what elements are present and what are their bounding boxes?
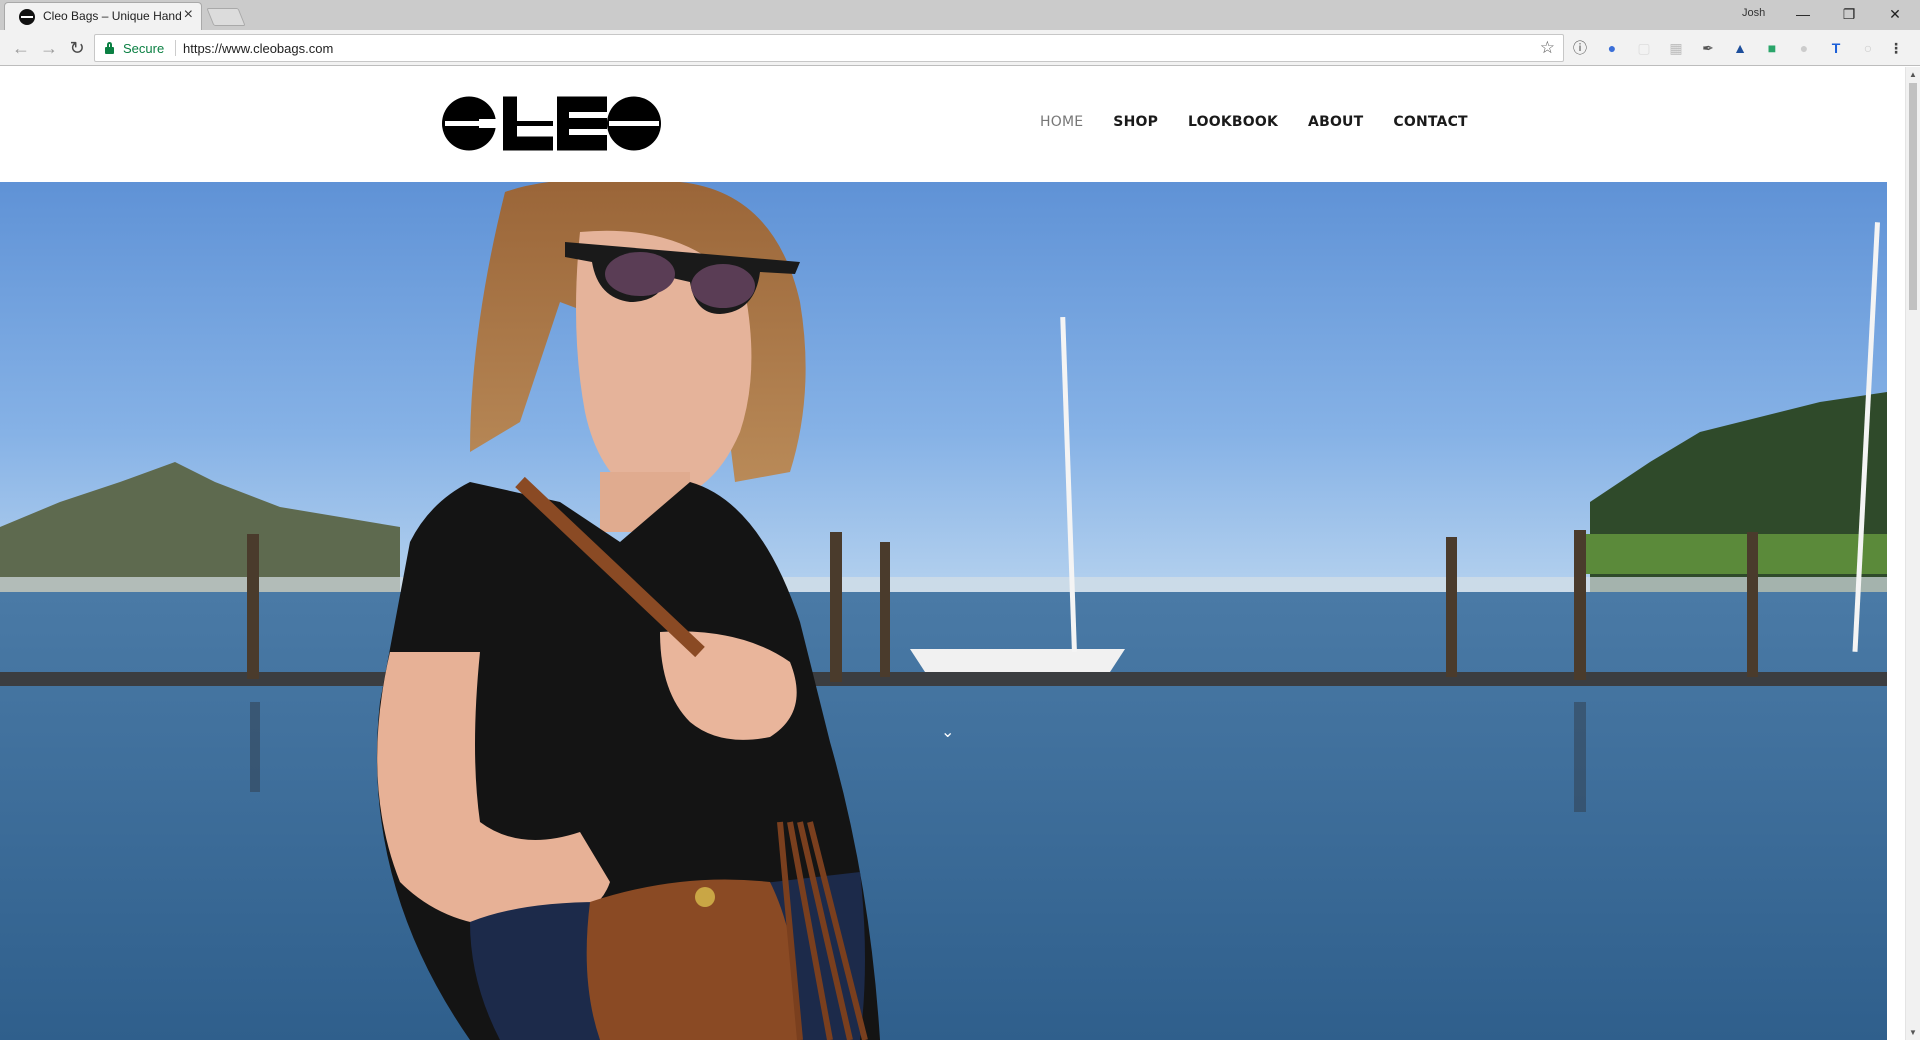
forward-icon[interactable]: → [38, 37, 60, 59]
text-extension-icon[interactable]: T [1826, 38, 1846, 58]
grid-extension-icon[interactable]: ▦ [1666, 38, 1686, 58]
nav-about[interactable]: ABOUT [1308, 114, 1363, 130]
menu-dots-icon[interactable]: ⋮ [1886, 38, 1906, 58]
close-icon[interactable]: ✕ [1872, 0, 1918, 28]
nav-home[interactable]: HOME [1040, 114, 1083, 130]
address-bar[interactable]: Secure https://www.cleobags.com ☆ [94, 34, 1564, 62]
browser-toolbar: ← → ↻ Secure https://www.cleobags.com ☆ … [0, 30, 1920, 66]
reload-icon[interactable]: ↻ [66, 37, 88, 59]
back-icon[interactable]: ← [10, 37, 32, 59]
page-scrollbar[interactable]: ▲ ▼ [1905, 67, 1920, 1040]
main-nav: HOME SHOP LOOKBOOK ABOUT CONTACT [1040, 114, 1498, 130]
scroll-up-icon[interactable]: ▲ [1909, 70, 1917, 79]
new-tab-button[interactable] [206, 8, 246, 26]
cleo-logo[interactable] [441, 95, 663, 152]
browser-tab[interactable]: Cleo Bags – Unique Handmade Bags × [4, 2, 202, 30]
nav-lookbook[interactable]: LOOKBOOK [1188, 114, 1278, 130]
blue-extension-icon[interactable]: ● [1602, 38, 1622, 58]
scroll-thumb[interactable] [1909, 83, 1917, 310]
drive-extension-icon[interactable]: ▲ [1730, 38, 1750, 58]
web-page: HOME SHOP LOOKBOOK ABOUT CONTACT ⌄ [0, 67, 1905, 1040]
profile-name[interactable]: Josh [1742, 7, 1765, 19]
blank-extension-icon[interactable]: ▢ [1634, 38, 1654, 58]
secure-label: Secure [123, 41, 165, 56]
lock-icon [105, 42, 114, 54]
site-header: HOME SHOP LOOKBOOK ABOUT CONTACT [0, 67, 1905, 182]
tab-close-icon[interactable]: × [184, 6, 193, 24]
chevron-down-icon[interactable]: ⌄ [941, 722, 954, 742]
url-divider [175, 40, 176, 56]
disabled-extension-icon[interactable]: ○ [1858, 38, 1878, 58]
nav-contact[interactable]: CONTACT [1393, 114, 1467, 130]
cleo-favicon-icon [19, 9, 35, 25]
bookmark-star-icon[interactable]: ☆ [1540, 38, 1555, 58]
url-text[interactable]: https://www.cleobags.com [183, 41, 333, 56]
restore-icon[interactable]: ❐ [1826, 0, 1872, 28]
scroll-down-icon[interactable]: ▼ [1909, 1028, 1917, 1037]
info-extension-icon[interactable]: ⓘ [1570, 38, 1590, 58]
green-extension-icon[interactable]: ■ [1762, 38, 1782, 58]
hero-image: ⌄ [0, 182, 1887, 1040]
tab-title: Cleo Bags – Unique Handmade Bags [43, 9, 181, 23]
eyedropper-extension-icon[interactable]: ✒ [1698, 38, 1718, 58]
browser-tabstrip: Cleo Bags – Unique Handmade Bags × Josh … [0, 0, 1920, 30]
hero-photo [0, 182, 1887, 1040]
minimize-icon[interactable]: — [1780, 0, 1826, 28]
gray-extension-icon[interactable]: ● [1794, 38, 1814, 58]
nav-shop[interactable]: SHOP [1113, 114, 1158, 130]
